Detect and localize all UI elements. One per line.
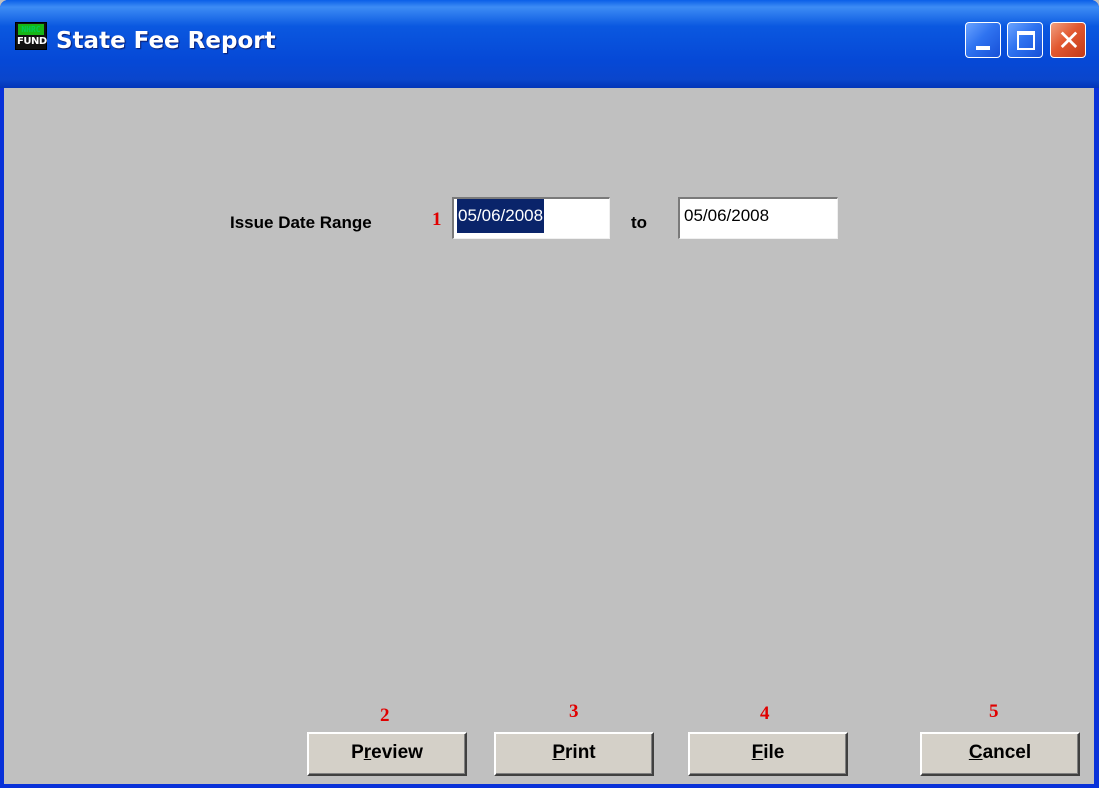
print-button[interactable]: Print bbox=[494, 732, 654, 776]
from-date-value: 05/06/2008 bbox=[457, 199, 545, 233]
window-title: State Fee Report bbox=[56, 28, 276, 54]
close-button[interactable]: ✕ bbox=[1050, 22, 1086, 58]
preview-label-pre: P bbox=[351, 742, 364, 763]
fund-app-icon[interactable]: NHRC FUND bbox=[15, 22, 47, 50]
icon-bottom-text: FUND bbox=[17, 36, 47, 47]
minimize-icon bbox=[976, 46, 990, 50]
print-label-post: rint bbox=[565, 742, 596, 763]
to-date-field[interactable]: 05/06/2008 bbox=[678, 197, 838, 239]
title-bar[interactable]: NHRC FUND State Fee Report ✕ bbox=[0, 0, 1099, 88]
cancel-label-post: ancel bbox=[982, 742, 1032, 763]
print-label-accel: P bbox=[552, 742, 566, 763]
from-date-field[interactable]: 05/06/2008 bbox=[452, 197, 610, 239]
window-frame-bottom bbox=[0, 784, 1099, 788]
to-date-value: 05/06/2008 bbox=[684, 206, 770, 225]
client-area bbox=[4, 88, 1094, 784]
cancel-label-accel: C bbox=[968, 742, 983, 763]
window-frame-right bbox=[1095, 88, 1099, 788]
maximize-icon bbox=[1017, 31, 1035, 50]
annotation-2: 2 bbox=[380, 705, 390, 726]
annotation-5: 5 bbox=[989, 701, 999, 722]
app-window: NHRC FUND State Fee Report ✕ Issue Date … bbox=[0, 0, 1099, 788]
preview-button[interactable]: Preview bbox=[307, 732, 467, 776]
annotation-4: 4 bbox=[760, 703, 770, 724]
file-label-post: ile bbox=[763, 742, 785, 763]
file-button[interactable]: File bbox=[688, 732, 848, 776]
file-label-accel: F bbox=[751, 742, 764, 763]
cancel-button[interactable]: Cancel bbox=[920, 732, 1080, 776]
preview-label-post: eview bbox=[371, 742, 423, 763]
minimize-button[interactable] bbox=[965, 22, 1001, 58]
close-icon: ✕ bbox=[1057, 24, 1081, 57]
issue-date-range-label: Issue Date Range bbox=[230, 213, 372, 232]
annotation-1: 1 bbox=[432, 209, 442, 230]
to-label: to bbox=[631, 213, 648, 232]
maximize-button[interactable] bbox=[1007, 22, 1043, 58]
icon-top-text: NHRC bbox=[18, 24, 44, 35]
annotation-3: 3 bbox=[569, 701, 579, 722]
